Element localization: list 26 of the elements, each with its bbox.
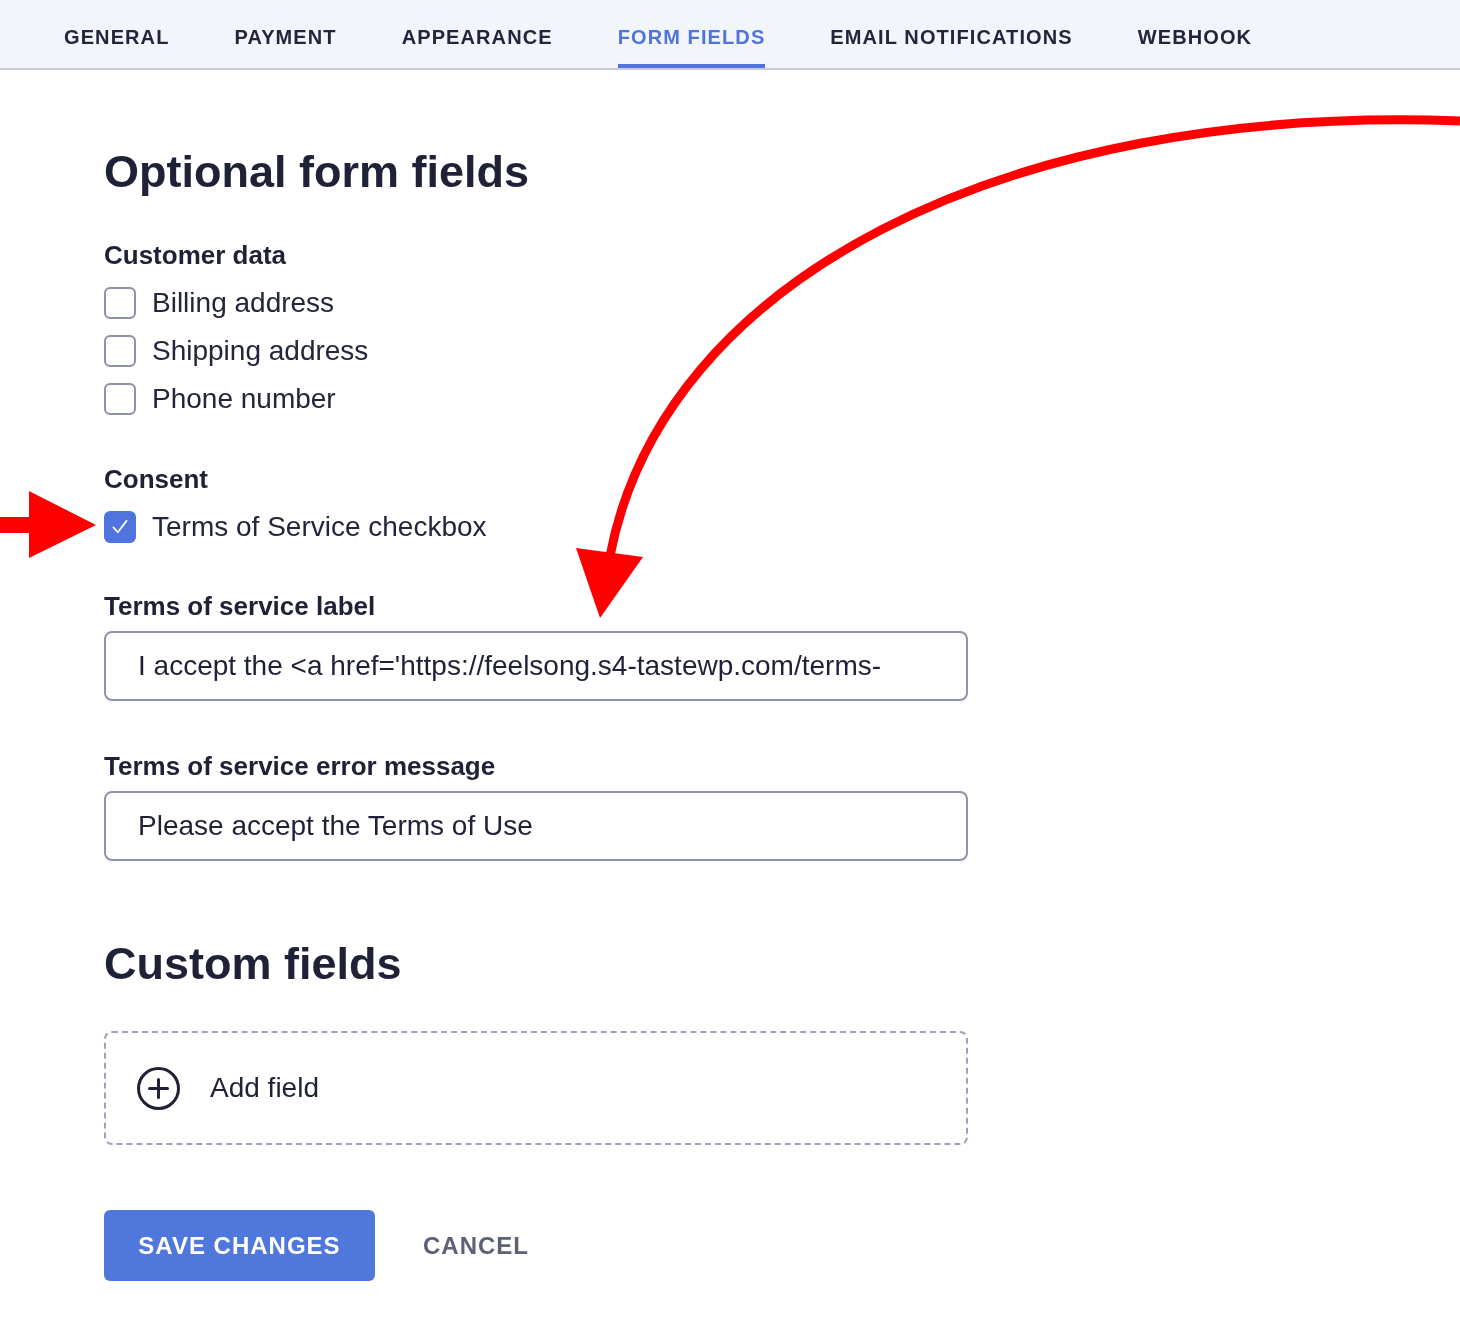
checkbox-label: Phone number	[152, 382, 336, 416]
tab[interactable]: WEBHOOK	[1137, 0, 1253, 68]
checkbox-label: Billing address	[152, 286, 335, 320]
tab[interactable]: APPEARANCE	[401, 0, 553, 68]
section-heading: Custom fields	[104, 937, 402, 991]
checkbox[interactable]	[104, 383, 136, 415]
checkbox-label: Terms of Service checkbox	[152, 510, 487, 544]
group-label: Consent	[104, 463, 208, 495]
tab[interactable]: GENERAL	[64, 0, 170, 68]
field-label: Terms of service label	[104, 591, 376, 622]
group-label: Customer data	[104, 239, 287, 271]
text-field[interactable]: Please accept the Terms of Use	[104, 791, 968, 861]
checkbox-label: Shipping address	[152, 334, 369, 368]
field-label: Terms of service error message	[104, 751, 496, 782]
add-field-button[interactable]: Add field	[104, 1031, 968, 1145]
section-heading: Optional form fields	[104, 145, 530, 199]
checkbox[interactable]	[104, 335, 136, 367]
cancel-button[interactable]: CANCEL	[423, 1210, 529, 1281]
tab[interactable]: EMAIL NOTIFICATIONS	[830, 0, 1073, 68]
plus-circle-icon	[137, 1066, 180, 1110]
save-button[interactable]: SAVE CHANGES	[104, 1210, 375, 1281]
tab[interactable]: PAYMENT	[234, 0, 337, 68]
tab[interactable]: FORM FIELDS	[617, 0, 766, 68]
checkbox[interactable]	[104, 511, 136, 543]
checkbox[interactable]	[104, 287, 136, 319]
text-field[interactable]: I accept the <a href='https://feelsong.s4-tastewp.com/terms-	[104, 631, 968, 701]
